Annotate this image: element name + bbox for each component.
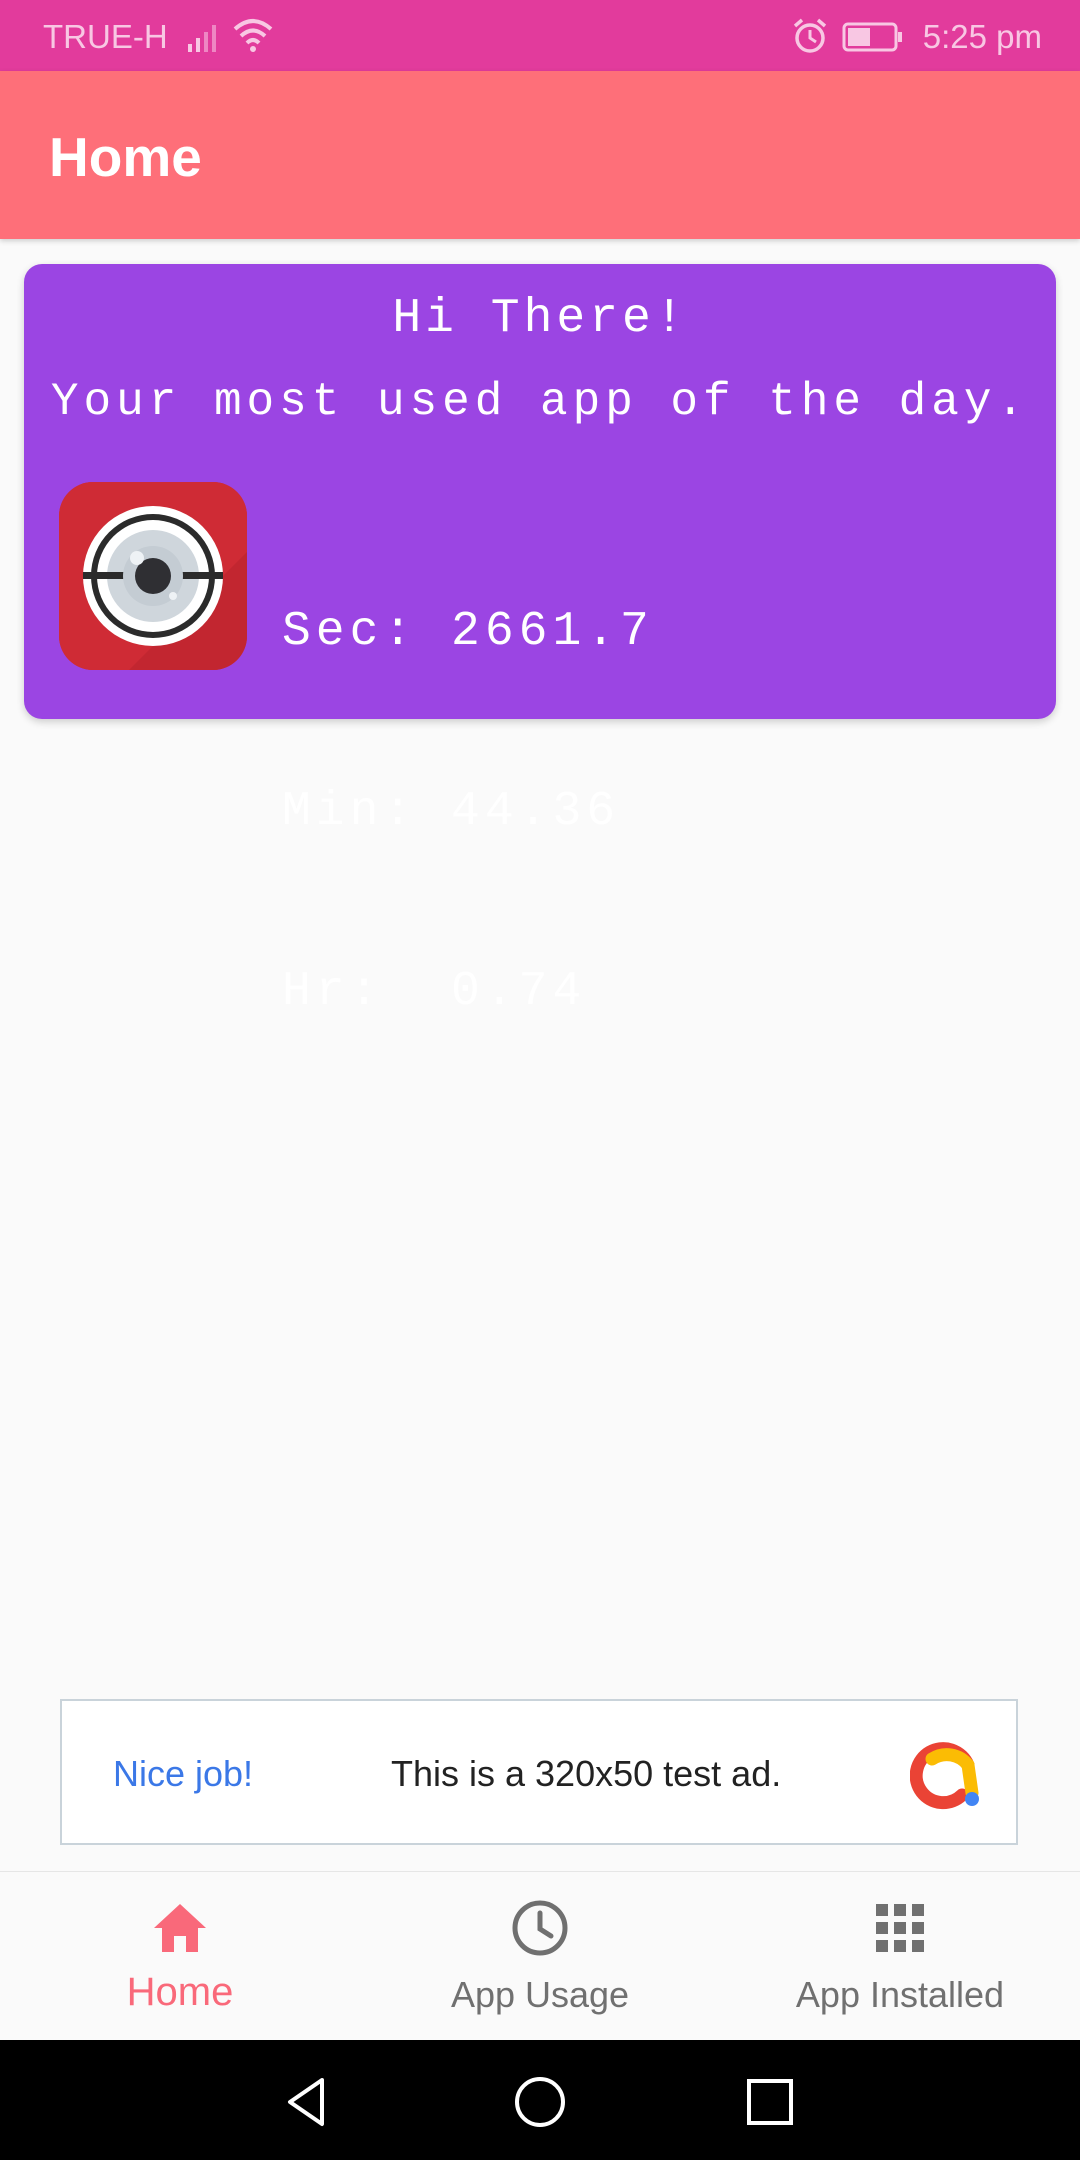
nav-app-usage-label: App Usage (450, 1974, 630, 2015)
carrier-name: TRUE-H (43, 18, 168, 55)
usage-stats: Sec: 2661.7 Min: 44.36 Hr: 0.74 (282, 482, 654, 1142)
greeting-text: Hi There! (392, 292, 688, 346)
system-navigation-bar (0, 2040, 1080, 2160)
ad-headline: Nice job! (113, 1753, 254, 1794)
grid-icon (876, 1904, 924, 1952)
admob-logo-icon (910, 1742, 979, 1810)
recents-icon[interactable] (740, 2072, 800, 2132)
ad-text: This is a 320x50 test ad. (391, 1753, 782, 1794)
battery-icon (842, 22, 902, 52)
clock-icon (512, 1900, 568, 1956)
signal-icon (188, 25, 216, 52)
card-subtitle: Your most used app of the day. (50, 376, 1030, 428)
home-icon (154, 1904, 206, 1952)
nav-app-usage[interactable]: App Usage (360, 1872, 720, 2041)
home-circle-icon[interactable] (510, 2072, 570, 2132)
wifi-icon (233, 19, 273, 52)
nav-app-installed[interactable]: App Installed (720, 1872, 1080, 2041)
nav-app-installed-label: App Installed (795, 1974, 1005, 2015)
camera-app-icon (59, 482, 247, 670)
alarm-icon (793, 18, 827, 53)
hours-stat: Hr: 0.74 (282, 965, 587, 1019)
page-title: Home (49, 126, 202, 188)
status-bar: TRUE-H 5:25 pm (0, 0, 1080, 71)
app-bar: Home (0, 71, 1080, 239)
seconds-stat: Sec: 2661.7 (282, 605, 654, 659)
nav-home-label: Home (126, 1970, 234, 2014)
back-icon[interactable] (278, 2072, 338, 2132)
bottom-navigation: Home App Usage App Installed (0, 1871, 1080, 2041)
nav-home[interactable]: Home (0, 1872, 360, 2041)
status-time: 5:25 pm (922, 18, 1042, 55)
ad-banner[interactable]: Nice job! This is a 320x50 test ad. (60, 1699, 1018, 1845)
minutes-stat: Min: 44.36 (282, 785, 621, 839)
most-used-app-card: Hi There! Your most used app of the day.… (24, 264, 1056, 1019)
